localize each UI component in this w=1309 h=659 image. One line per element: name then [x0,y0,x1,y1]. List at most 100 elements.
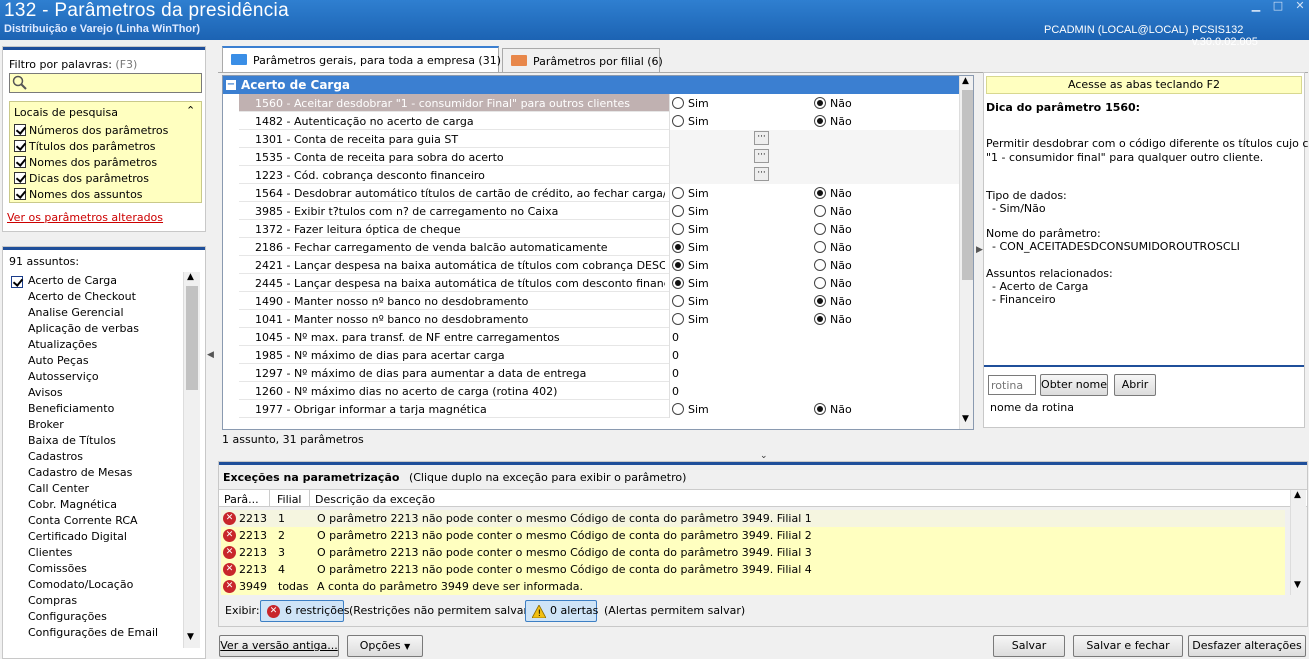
radio-no[interactable] [814,295,826,307]
radio-yes[interactable] [672,403,684,415]
scroll-up-icon[interactable]: ▲ [187,272,194,282]
parameter-row[interactable]: 1372 - Fazer leitura óptica de cheque Sim… [239,220,959,238]
radio-no[interactable] [814,313,826,325]
parameter-row[interactable]: 2421 - Lançar despesa na baixa automátic… [239,256,959,274]
parameter-row[interactable]: 1560 - Aceitar desdobrar "1 - consumidor… [239,94,959,112]
parameter-value[interactable]: Sim Não [669,256,959,274]
subject-item[interactable]: Configurações [28,610,107,623]
subject-item[interactable]: Aplicação de verbas [28,322,139,335]
radio-no[interactable] [814,259,826,271]
parameter-value[interactable]: 0 [669,364,959,382]
exception-row[interactable]: ✕ 3949 todas A conta do parâmetro 3949 deve… [221,578,1285,595]
radio-yes[interactable] [672,295,684,307]
column-header[interactable]: Parâ... [224,493,259,506]
subject-item[interactable]: Acerto de Checkout [28,290,136,303]
subject-item[interactable]: Auto Peças [28,354,89,367]
radio-no[interactable] [814,97,826,109]
parameter-value[interactable]: 0 [669,382,959,400]
alerts-button[interactable]: ! 0 alertas [525,600,598,622]
checkbox-icon[interactable] [14,172,26,184]
routine-input[interactable] [988,375,1036,395]
subject-item[interactable]: Compras [28,594,77,607]
parameter-row[interactable]: 1564 - Desdobrar automático títulos de c… [239,184,959,202]
column-header[interactable]: Descrição da exceção [315,493,435,506]
radio-no[interactable] [814,205,826,217]
exception-row[interactable]: ✕ 2213 1 O parâmetro 2213 não pode conter o… [221,510,1285,527]
subject-item[interactable]: Certificado Digital [28,530,127,543]
open-button[interactable]: Abrir [1114,374,1156,396]
parameter-row[interactable]: 1490 - Manter nosso nº banco no desdobra… [239,292,959,310]
column-header[interactable]: Filial [277,493,302,506]
subject-item[interactable]: Beneficiamento [28,402,114,415]
scroll-thumb[interactable] [962,90,973,280]
parameter-value[interactable]: Sim Não [669,238,959,256]
radio-no[interactable] [814,277,826,289]
parameter-row[interactable]: 1301 - Conta de receita para guia ST ··· [239,130,959,148]
search-option-titles[interactable]: Títulos dos parâmetros [14,140,156,153]
restrictions-button[interactable]: ✕ 6 restrições [260,600,349,622]
grid-scrollbar[interactable]: ▲ ▼ [959,76,973,429]
radio-yes[interactable] [672,187,684,199]
subject-item[interactable]: Cobr. Magnética [28,498,117,511]
radio-no[interactable] [814,115,826,127]
options-button[interactable]: Opções ▼ [347,635,423,657]
scroll-thumb[interactable] [186,286,198,390]
group-header[interactable]: − Acerto de Carga [223,76,959,94]
checkbox-icon[interactable] [14,156,26,168]
subject-checkbox-icon[interactable] [11,276,23,288]
tab-branch[interactable]: Parâmetros por filial (6) [502,48,663,72]
subject-item[interactable]: Avisos [28,386,63,399]
exception-row[interactable]: ✕ 2213 3 O parâmetro 2213 não pode conter o… [221,544,1285,561]
collapse-icon[interactable]: ⌃ [186,104,195,117]
radio-no[interactable] [814,403,826,415]
scroll-up-icon[interactable]: ▲ [1294,490,1301,500]
subject-item[interactable]: Clientes [28,546,72,559]
radio-yes[interactable] [672,97,684,109]
subject-item[interactable]: Analise Gerencial [28,306,124,319]
radio-yes[interactable] [672,277,684,289]
lookup-ellipsis-button[interactable]: ··· [754,131,769,145]
exception-row[interactable]: ✕ 2213 2 O parâmetro 2213 não pode conter o… [221,527,1285,544]
scroll-down-icon[interactable]: ▼ [962,414,969,424]
parameter-value[interactable]: Sim Não [669,310,959,328]
radio-yes[interactable] [672,223,684,235]
checkbox-icon[interactable] [14,188,26,200]
parameter-row[interactable]: 1482 - Autenticação no acerto de carga Si… [239,112,959,130]
minimize-icon[interactable]: ▁ [1245,0,1267,14]
radio-no[interactable] [814,241,826,253]
maximize-icon[interactable]: □ [1267,0,1289,14]
parameter-row[interactable]: 1223 - Cód. cobrança desconto financeiro… [239,166,959,184]
subject-item[interactable]: Call Center [28,482,89,495]
subject-item[interactable]: Comodato/Locação [28,578,133,591]
parameter-row[interactable]: 1260 - Nº máximo dias no acerto de carga… [239,382,959,400]
parameter-value[interactable]: 0 [669,346,959,364]
parameter-value[interactable]: Sim Não [669,274,959,292]
search-option-subjects[interactable]: Nomes dos assuntos [14,188,143,201]
checkbox-icon[interactable] [14,124,26,136]
checkbox-icon[interactable] [14,140,26,152]
save-close-button[interactable]: Salvar e fechar [1073,635,1183,657]
exception-row[interactable]: ✕ 2213 4 O parâmetro 2213 não pode conter o… [221,561,1285,578]
collapse-group-icon[interactable]: − [226,80,236,90]
parameter-row[interactable]: 1535 - Conta de receita para sobra do ac… [239,148,959,166]
subject-item[interactable]: Cadastros [28,450,83,463]
radio-yes[interactable] [672,115,684,127]
parameter-value[interactable]: Sim Não [669,220,959,238]
save-button[interactable]: Salvar [993,635,1065,657]
lookup-ellipsis-button[interactable]: ··· [754,149,769,163]
filter-input[interactable] [9,73,202,93]
parameter-row[interactable]: 1985 - Nº máximo de dias para acertar ca… [239,346,959,364]
search-option-tips[interactable]: Dicas dos parâmetros [14,172,149,185]
subject-item[interactable]: Configurações de Email [28,626,158,639]
radio-no[interactable] [814,223,826,235]
lookup-ellipsis-button[interactable]: ··· [754,167,769,181]
parameter-value[interactable]: 0 [669,328,959,346]
parameter-value[interactable]: Sim Não [669,94,959,112]
parameter-value[interactable]: ··· [669,166,959,184]
subjects-scrollbar[interactable]: ▲ ▼ [183,272,200,648]
old-version-button[interactable]: Ver a versão antiga... [219,635,339,657]
search-option-numbers[interactable]: Números dos parâmetros [14,124,168,137]
radio-yes[interactable] [672,259,684,271]
parameter-row[interactable]: 2186 - Fechar carregamento de venda balc… [239,238,959,256]
subject-item[interactable]: Cadastro de Mesas [28,466,132,479]
